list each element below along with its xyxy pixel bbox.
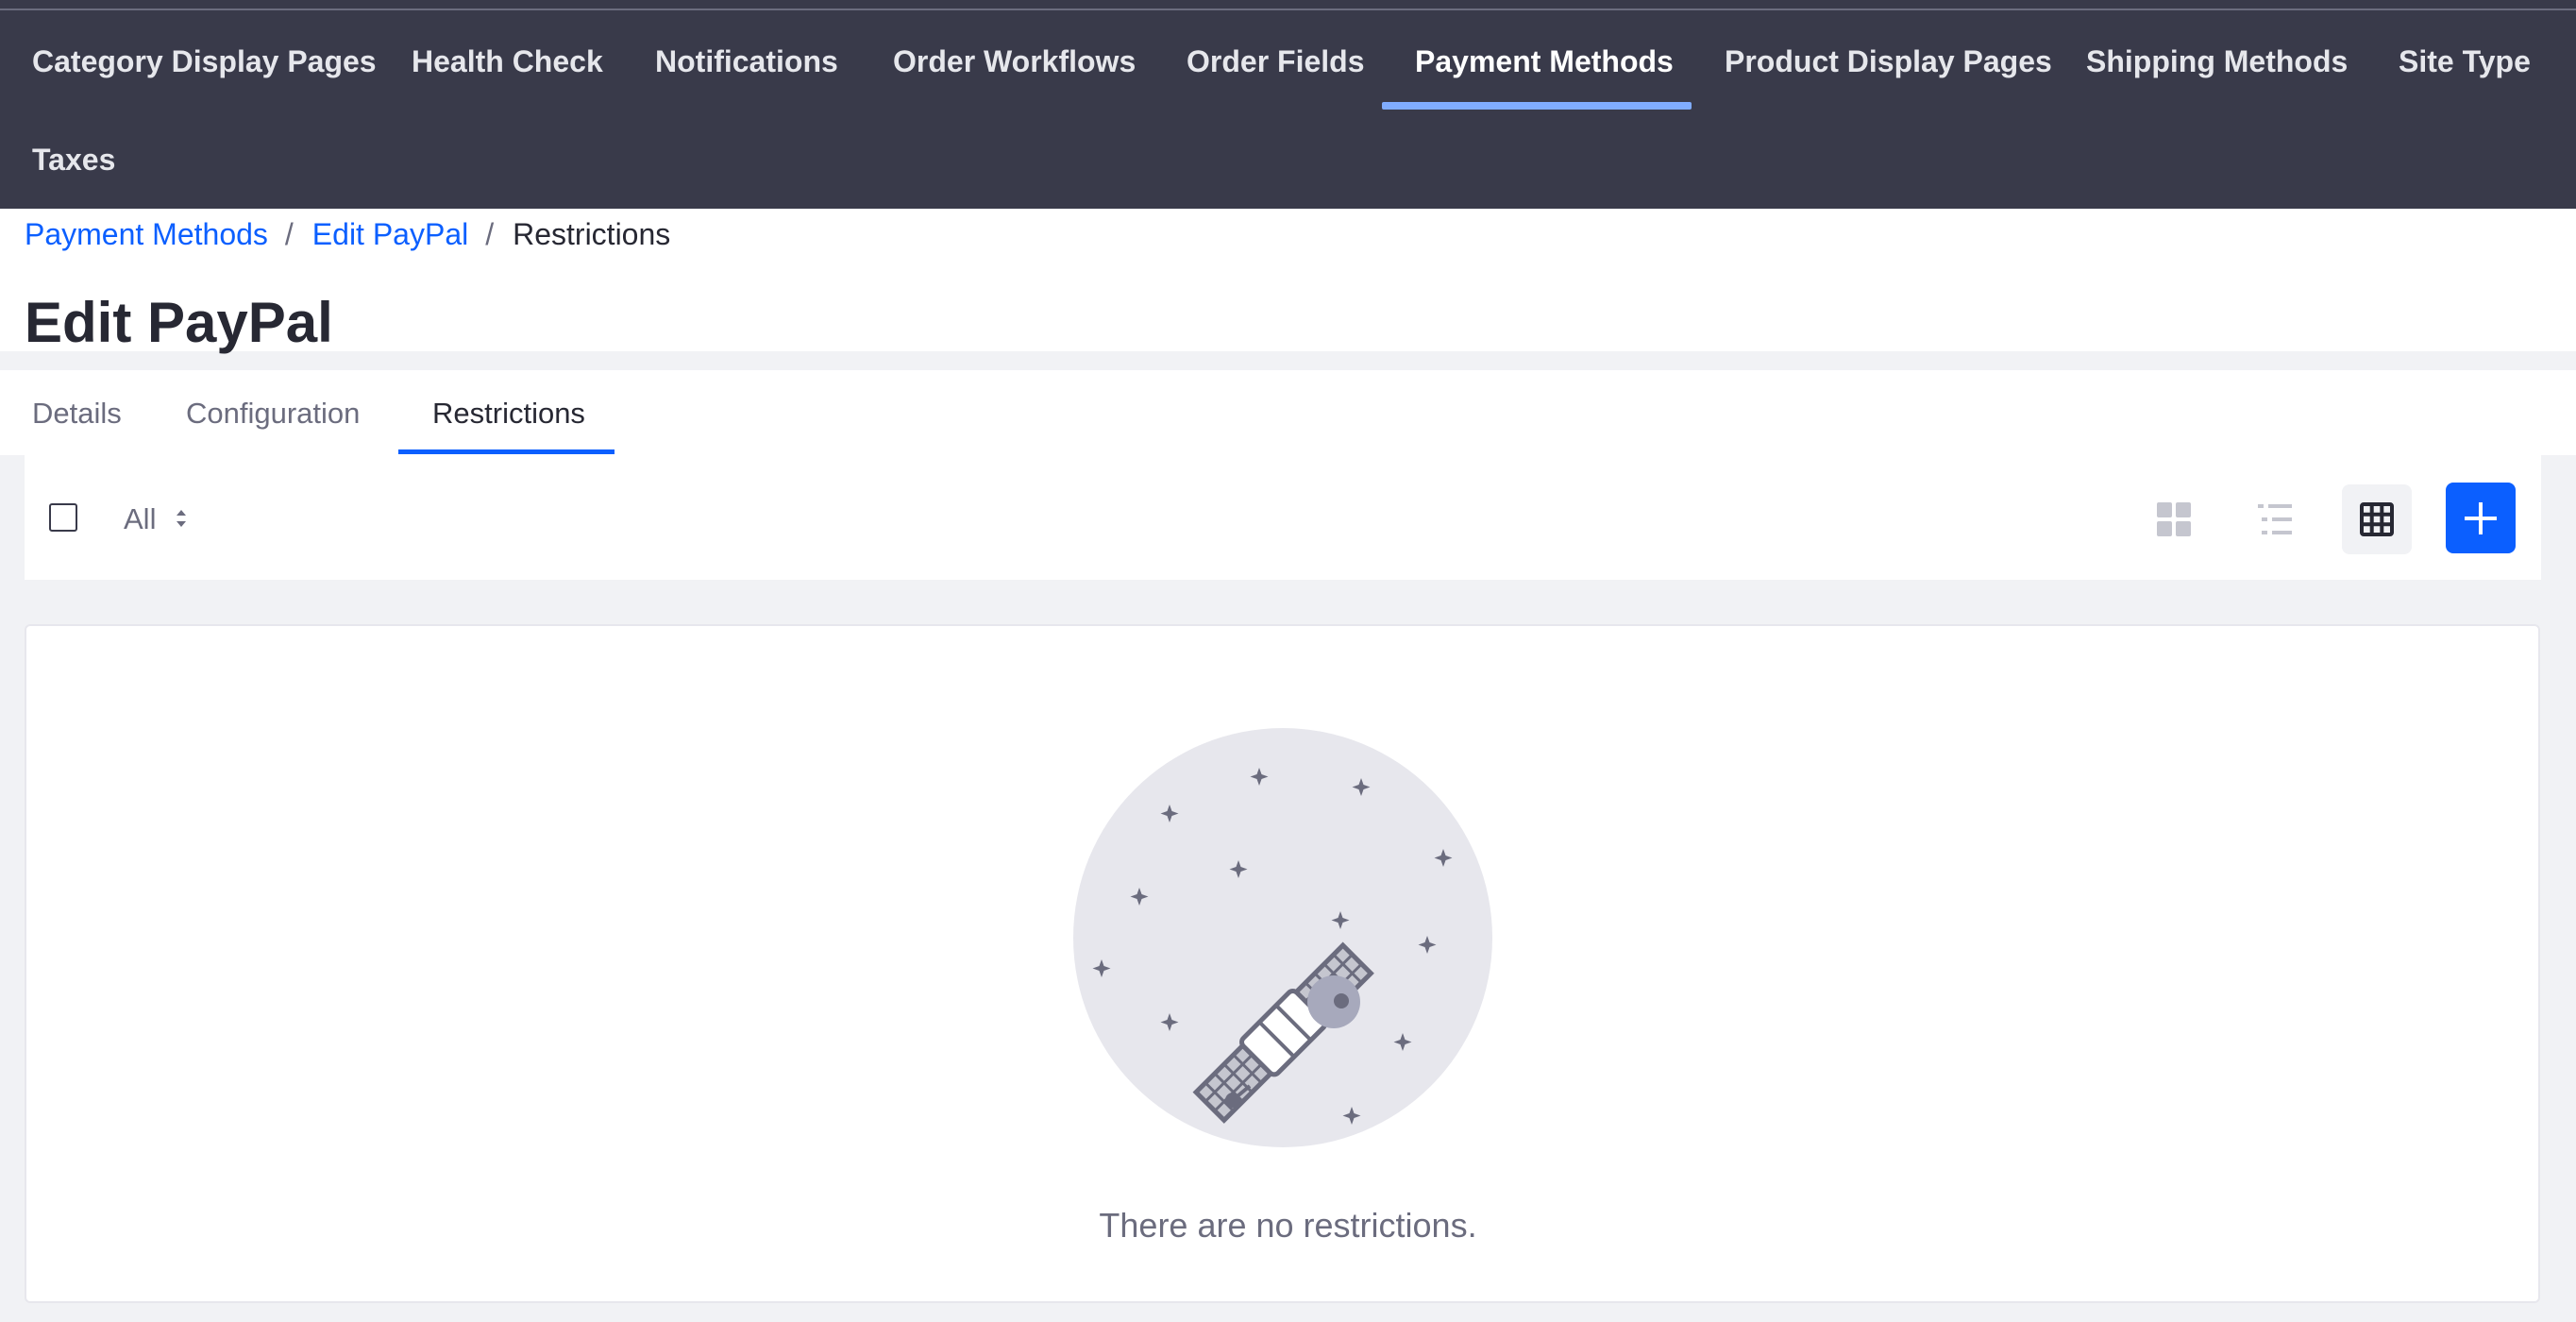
tab-configuration[interactable]: Configuration [186,395,360,432]
empty-state-message: There are no restrictions. [1099,1206,1477,1245]
breadcrumb-current: Restrictions [513,217,671,251]
satellite-icon [1073,728,1492,1147]
cards-view-button[interactable] [2139,484,2209,554]
tab-restrictions[interactable]: Restrictions [432,395,585,432]
filter-dropdown-label[interactable]: All [124,500,156,538]
nav-item-taxes[interactable]: Taxes [32,141,115,178]
nav-item-order-fields[interactable]: Order Fields [1187,42,1365,80]
nav-active-indicator [1382,102,1692,110]
caret-double-icon[interactable] [175,506,188,531]
page-title: Edit PayPal [25,291,333,354]
list-view-button[interactable] [2240,484,2310,554]
cards-view-icon [2157,502,2191,536]
list-view-icon [2258,504,2292,534]
nav-item-shipping-methods[interactable]: Shipping Methods [2086,42,2348,80]
breadcrumb: Payment Methods / Edit PayPal / Restrictions [25,215,670,253]
nav-item-health-check[interactable]: Health Check [412,42,603,80]
breadcrumb-separator: / [485,217,495,251]
tab-details[interactable]: Details [32,395,122,432]
select-all-checkbox[interactable] [49,503,77,532]
breadcrumb-separator: / [284,217,294,251]
table-view-button[interactable] [2342,484,2412,554]
nav-item-site-type[interactable]: Site Type [2399,42,2531,80]
breadcrumb-link-payment-methods[interactable]: Payment Methods [25,217,268,251]
plus-icon [2465,501,2497,534]
nav-item-notifications[interactable]: Notifications [655,42,838,80]
tabs-bar [0,370,2576,455]
nav-item-payment-methods[interactable]: Payment Methods [1415,42,1674,80]
nav-item-product-display-pages[interactable]: Product Display Pages [1725,42,2052,80]
top-navigation-bar [0,0,2576,209]
nav-item-category-display-pages[interactable]: Category Display Pages [32,42,377,80]
tab-active-indicator [398,449,615,454]
top-divider [0,8,2576,10]
add-restriction-button[interactable] [2446,483,2516,553]
table-view-icon [2360,502,2394,536]
breadcrumb-link-edit-paypal[interactable]: Edit PayPal [312,217,468,251]
nav-item-order-workflows[interactable]: Order Workflows [893,42,1136,80]
